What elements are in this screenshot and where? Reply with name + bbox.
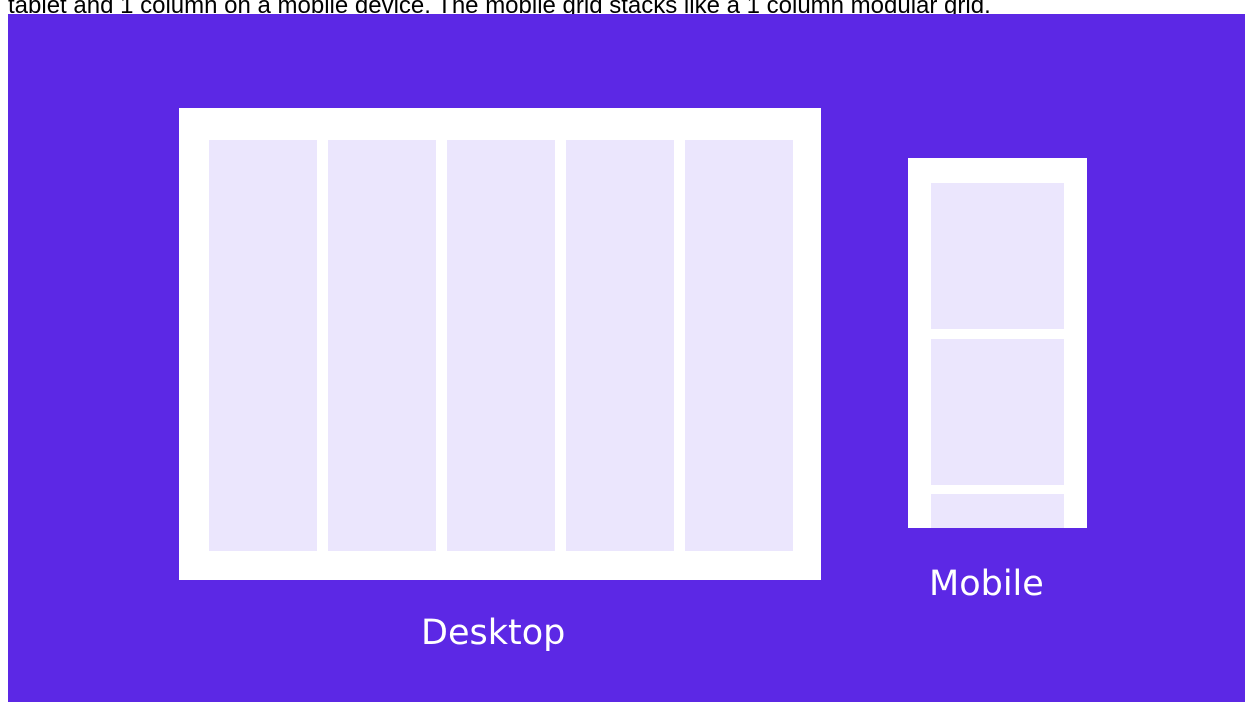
desktop-column xyxy=(209,140,317,551)
desktop-column xyxy=(685,140,793,551)
mobile-module xyxy=(931,339,1064,485)
desktop-column xyxy=(328,140,436,551)
slide: tablet and 1 column on a mobile device. … xyxy=(0,0,1245,702)
diagram-canvas: Desktop Mobile xyxy=(8,14,1245,702)
desktop-column xyxy=(447,140,555,551)
mobile-module xyxy=(931,494,1064,528)
desktop-frame xyxy=(179,108,821,580)
desktop-column xyxy=(566,140,674,551)
mobile-module xyxy=(931,183,1064,329)
desktop-label: Desktop xyxy=(421,613,566,653)
mobile-label: Mobile xyxy=(929,564,1044,604)
mobile-frame xyxy=(908,158,1087,528)
